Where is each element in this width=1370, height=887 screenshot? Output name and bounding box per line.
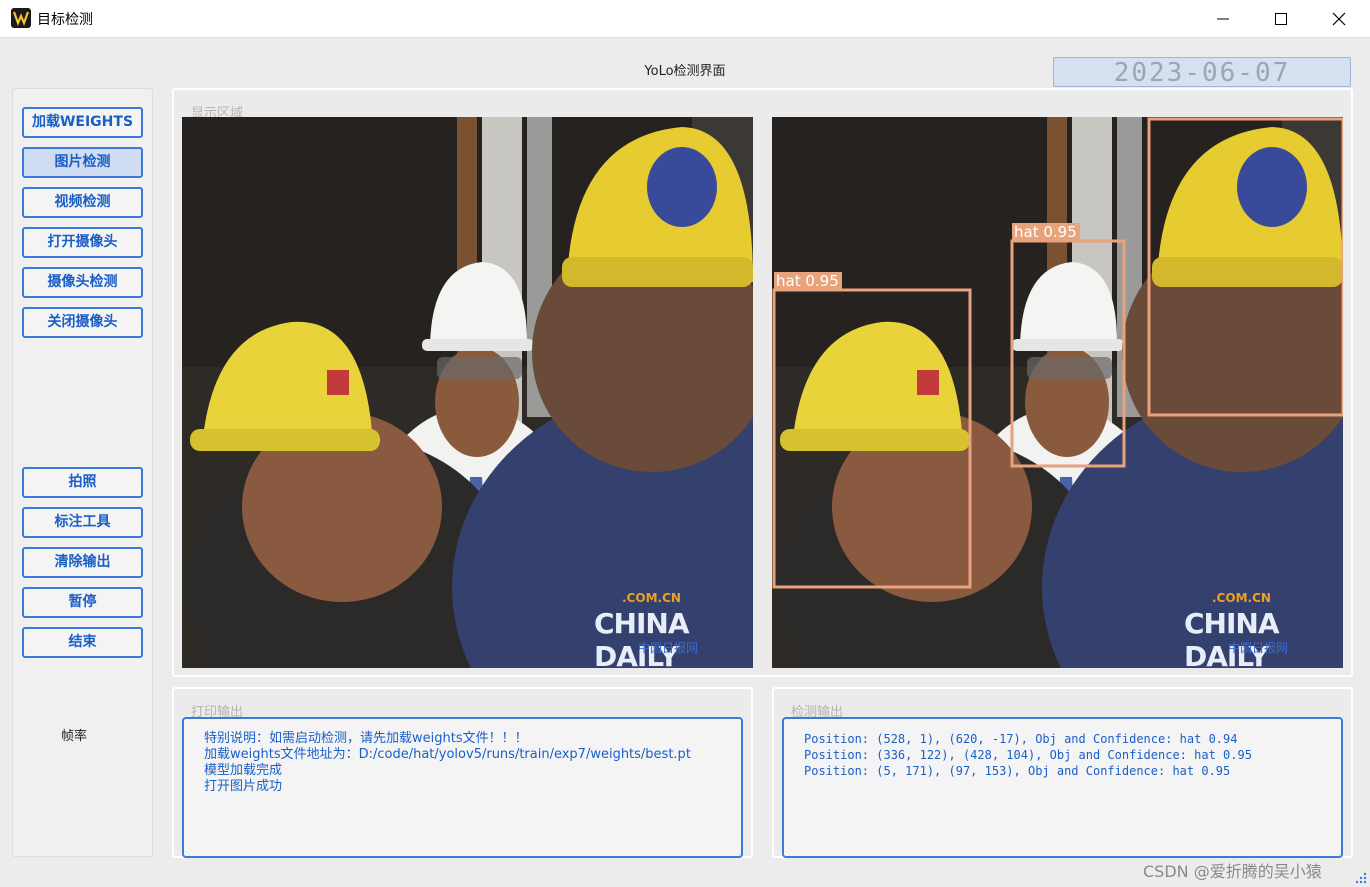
image-detect-button[interactable]: 图片检测 xyxy=(22,147,143,178)
app-logo-icon xyxy=(11,8,31,28)
minimize-button[interactable] xyxy=(1194,0,1252,37)
detect-output-line: Position: (5, 171), (97, 153), Obj and C… xyxy=(804,764,1231,778)
watermark-sub: 中国日报网 xyxy=(1228,641,1289,655)
photo-button[interactable]: 拍照 xyxy=(22,467,143,498)
maximize-button[interactable] xyxy=(1252,0,1310,37)
annotation-tool-button[interactable]: 标注工具 xyxy=(22,507,143,538)
detect-output-textbox[interactable]: Position: (528, 1), (620, -17), Obj and … xyxy=(782,717,1343,858)
minimize-icon xyxy=(1217,18,1229,20)
detection-label: hat 0.95 xyxy=(1014,223,1077,241)
detect-output-line: Position: (528, 1), (620, -17), Obj and … xyxy=(804,732,1238,746)
watermark-big: CHINA DAILY xyxy=(1184,607,1280,668)
detection-label: hat 0.95 xyxy=(776,272,839,290)
scene-illustration-detected xyxy=(772,117,1343,668)
camera-detect-button[interactable]: 摄像头检测 xyxy=(22,267,143,298)
detected-image: hat 0.95 hat 0.95 .COM.CN CHINA DAILY 中国… xyxy=(772,117,1343,668)
watermark-small: .COM.CN xyxy=(1212,591,1271,605)
open-camera-button[interactable]: 打开摄像头 xyxy=(22,227,143,258)
print-output-textbox[interactable]: 特别说明：如需启动检测，请先加载weights文件！！！ 加载weights文件… xyxy=(182,717,743,858)
stop-button[interactable]: 结束 xyxy=(22,627,143,658)
close-camera-button[interactable]: 关闭摄像头 xyxy=(22,307,143,338)
print-output-line: 特别说明：如需启动检测，请先加载weights文件！！！ xyxy=(204,731,528,746)
close-icon xyxy=(1332,12,1346,26)
clear-output-button[interactable]: 清除输出 xyxy=(22,547,143,578)
close-button[interactable] xyxy=(1310,0,1368,37)
page-title: YoLo检测界面 xyxy=(644,64,726,79)
load-weights-button[interactable]: 加载WEIGHTS xyxy=(22,107,143,138)
video-detect-button[interactable]: 视频检测 xyxy=(22,187,143,218)
datetime-display: 2023-06-07 20:04:37 xyxy=(1053,57,1351,118)
print-output-line: 模型加载完成 xyxy=(204,763,283,778)
fps-label: 帧率 xyxy=(61,729,88,744)
window-titlebar: 目标检测 xyxy=(0,0,1370,38)
original-image: .COM.CN CHINA DAILY 中国日报网 xyxy=(182,117,753,668)
watermark-small: .COM.CN xyxy=(622,591,681,605)
print-output-line: 打开图片成功 xyxy=(204,779,283,794)
watermark-big: CHINA DAILY xyxy=(594,607,690,668)
window-title: 目标检测 xyxy=(37,12,93,28)
scene-illustration xyxy=(182,117,753,668)
csdn-watermark: CSDN @爱折腾的吴小猿 xyxy=(1143,862,1322,881)
watermark-sub: 中国日报网 xyxy=(638,641,699,655)
print-output-line: 加载weights文件地址为：D:/code/hat/yolov5/runs/t… xyxy=(204,747,691,762)
resize-grip-icon[interactable] xyxy=(1353,870,1367,884)
pause-button[interactable]: 暂停 xyxy=(22,587,143,618)
detect-output-line: Position: (336, 122), (428, 104), Obj an… xyxy=(804,748,1252,762)
maximize-icon xyxy=(1275,13,1287,25)
